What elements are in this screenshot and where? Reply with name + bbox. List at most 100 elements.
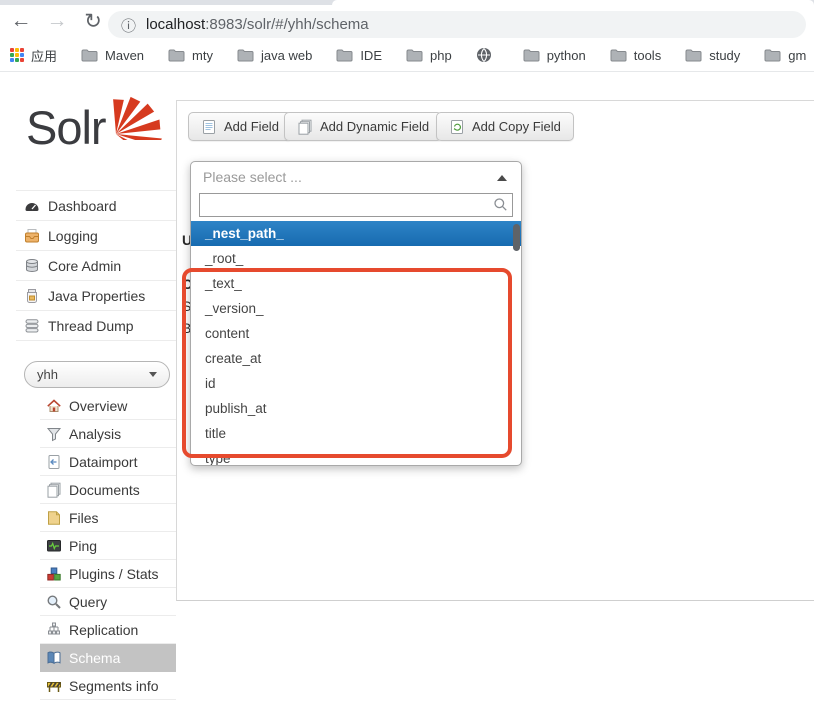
add-field-icon bbox=[201, 119, 217, 135]
bookmark-label: mty bbox=[192, 48, 213, 63]
dataimport-icon bbox=[46, 454, 62, 470]
core-nav-query[interactable]: Query bbox=[40, 588, 176, 616]
sidebar-item-thread-dump[interactable]: Thread Dump bbox=[16, 311, 176, 341]
solr-logo[interactable]: Solr bbox=[26, 100, 106, 155]
add-field-button[interactable]: Add Field bbox=[188, 112, 292, 141]
reload-icon[interactable]: ↻ bbox=[80, 9, 106, 34]
ping-icon bbox=[46, 538, 62, 554]
folder-icon bbox=[237, 49, 254, 62]
field-select-dropdown: Please select ... _nest_path_ _root_ _te… bbox=[190, 161, 522, 466]
sidebar-item-dashboard[interactable]: Dashboard bbox=[16, 191, 176, 221]
bookmark-folder[interactable]: Maven bbox=[81, 48, 144, 63]
bookmark-label: 应用 bbox=[31, 46, 57, 65]
sidebar-item-java-properties[interactable]: Java Properties bbox=[16, 281, 176, 311]
field-option[interactable]: title bbox=[191, 421, 521, 446]
field-select-placeholder: Please select ... bbox=[203, 169, 302, 185]
url-text: localhost:8983/solr/#/yhh/schema bbox=[146, 16, 369, 33]
bookmark-label: tools bbox=[634, 48, 661, 63]
field-option[interactable]: _nest_path_ bbox=[191, 221, 521, 246]
field-option[interactable]: publish_at bbox=[191, 396, 521, 421]
core-nav-ping[interactable]: Ping bbox=[40, 532, 176, 560]
bookmark-folder[interactable]: tools bbox=[610, 48, 661, 63]
solr-admin-window: ← → ↻ ⓘ localhost:8983/solr/#/yhh/schema… bbox=[0, 0, 814, 724]
folder-icon bbox=[336, 49, 353, 62]
folder-icon bbox=[610, 49, 627, 62]
nav-label: Plugins / Stats bbox=[69, 566, 159, 582]
bookmark-label: gm bbox=[788, 48, 806, 63]
bookmarks-bar: 应用 Maven mty java web IDE php python bbox=[0, 39, 814, 72]
sidebar-item-core-admin[interactable]: Core Admin bbox=[16, 251, 176, 281]
browser-toolbar: ← → ↻ ⓘ localhost:8983/solr/#/yhh/schema bbox=[0, 5, 814, 39]
add-copy-field-button[interactable]: Add Copy Field bbox=[436, 112, 574, 141]
field-option[interactable]: content bbox=[191, 321, 521, 346]
dashboard-icon bbox=[24, 198, 40, 214]
java-properties-icon bbox=[24, 288, 40, 304]
core-nav: Overview Analysis Dataimport Documents F… bbox=[40, 392, 176, 700]
nav-label: Schema bbox=[69, 650, 120, 666]
thread-dump-icon bbox=[24, 318, 40, 334]
field-option[interactable]: create_at bbox=[191, 346, 521, 371]
field-option[interactable]: _text_ bbox=[191, 271, 521, 296]
folder-icon bbox=[685, 49, 702, 62]
bookmark-label: java web bbox=[261, 48, 312, 63]
core-nav-documents[interactable]: Documents bbox=[40, 476, 176, 504]
core-nav-segments-info[interactable]: Segments info bbox=[40, 672, 176, 700]
address-bar[interactable]: ⓘ localhost:8983/solr/#/yhh/schema bbox=[108, 11, 806, 38]
files-icon bbox=[46, 510, 62, 526]
core-nav-files[interactable]: Files bbox=[40, 504, 176, 532]
bookmark-apps[interactable]: 应用 bbox=[10, 46, 57, 65]
nav-label: Core Admin bbox=[48, 258, 121, 274]
nav-label: Files bbox=[69, 510, 99, 526]
core-nav-overview[interactable]: Overview bbox=[40, 392, 176, 420]
field-option[interactable]: type bbox=[191, 446, 521, 466]
query-icon bbox=[46, 594, 62, 610]
bookmark-folder[interactable]: mty bbox=[168, 48, 213, 63]
bookmark-globe[interactable] bbox=[476, 47, 499, 63]
nav-label: Analysis bbox=[69, 426, 121, 442]
core-admin-icon bbox=[24, 258, 40, 274]
segments-info-icon bbox=[46, 678, 62, 694]
field-option[interactable]: _root_ bbox=[191, 246, 521, 271]
folder-icon bbox=[406, 49, 423, 62]
button-label: Add Dynamic Field bbox=[320, 119, 429, 134]
field-option[interactable]: id bbox=[191, 371, 521, 396]
add-copy-field-icon bbox=[449, 119, 465, 135]
field-select-trigger[interactable]: Please select ... bbox=[191, 162, 521, 192]
core-nav-replication[interactable]: Replication bbox=[40, 616, 176, 644]
add-dynamic-field-button[interactable]: Add Dynamic Field bbox=[284, 112, 442, 141]
forward-icon[interactable]: → bbox=[44, 9, 70, 33]
nav-label: Dataimport bbox=[69, 454, 137, 470]
nav-label: Segments info bbox=[69, 678, 159, 694]
add-dynamic-field-icon bbox=[297, 119, 313, 135]
back-icon[interactable]: ← bbox=[8, 9, 34, 33]
folder-icon bbox=[523, 49, 540, 62]
bookmark-folder[interactable]: IDE bbox=[336, 48, 382, 63]
bookmark-folder[interactable]: php bbox=[406, 48, 452, 63]
nav-label: Replication bbox=[69, 622, 138, 638]
sidebar-item-logging[interactable]: Logging bbox=[16, 221, 176, 251]
folder-icon bbox=[81, 49, 98, 62]
field-search-input[interactable] bbox=[199, 193, 513, 217]
nav-label: Documents bbox=[69, 482, 140, 498]
chevron-down-icon bbox=[149, 372, 157, 377]
logging-icon bbox=[24, 228, 40, 244]
nav-label: Query bbox=[69, 594, 107, 610]
analysis-icon bbox=[46, 426, 62, 442]
replication-icon bbox=[46, 622, 62, 638]
core-nav-schema[interactable]: Schema bbox=[40, 644, 176, 672]
plugins-icon bbox=[46, 566, 62, 582]
field-option[interactable]: _version_ bbox=[191, 296, 521, 321]
bookmark-folder[interactable]: gm bbox=[764, 48, 806, 63]
bookmark-folder[interactable]: java web bbox=[237, 48, 312, 63]
bookmark-folder[interactable]: python bbox=[523, 48, 586, 63]
core-nav-plugins-stats[interactable]: Plugins / Stats bbox=[40, 560, 176, 588]
overview-icon bbox=[46, 398, 62, 414]
core-nav-dataimport[interactable]: Dataimport bbox=[40, 448, 176, 476]
core-nav-analysis[interactable]: Analysis bbox=[40, 420, 176, 448]
scrollbar-thumb[interactable] bbox=[513, 224, 520, 251]
site-info-icon[interactable]: ⓘ bbox=[121, 15, 136, 36]
bookmark-folder[interactable]: study bbox=[685, 48, 740, 63]
documents-icon bbox=[46, 482, 62, 498]
schema-icon bbox=[46, 650, 62, 666]
core-selector[interactable]: yhh bbox=[24, 361, 170, 388]
